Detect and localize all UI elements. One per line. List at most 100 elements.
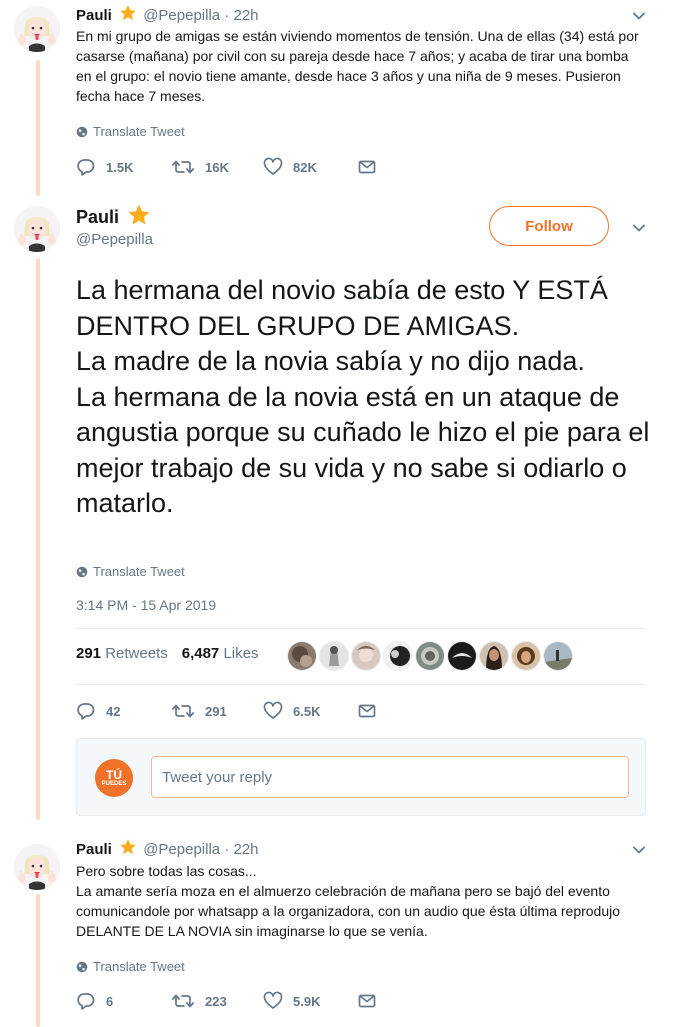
- envelope-icon: [357, 157, 377, 177]
- avatar[interactable]: [14, 6, 60, 52]
- liker-avatar[interactable]: [447, 641, 477, 671]
- display-name[interactable]: Pauli: [76, 841, 112, 858]
- heart-icon: [263, 701, 283, 721]
- reply-icon: [76, 701, 96, 721]
- retweet-icon: [171, 701, 195, 721]
- like-count: 82K: [293, 159, 317, 175]
- handle-time[interactable]: @Pepepilla · 22h: [143, 841, 258, 858]
- dm-button[interactable]: [357, 701, 377, 721]
- star-icon: [119, 838, 137, 856]
- reply-button[interactable]: 6: [76, 991, 171, 1011]
- tweet-actions: 42 291 6.5K: [76, 701, 377, 721]
- tweet-header: Pauli @Pepepilla · 22h: [76, 838, 259, 858]
- translate-tweet-link[interactable]: Translate Tweet: [76, 124, 185, 139]
- retweet-button[interactable]: 16K: [171, 157, 263, 177]
- avatar-image: [14, 206, 60, 252]
- likes-stat[interactable]: 6,487 Likes: [182, 645, 259, 662]
- like-button[interactable]: 5.9K: [263, 991, 357, 1011]
- like-count: 6.5K: [293, 703, 321, 719]
- tweet-text: En mi grupo de amigas se están viviendo …: [76, 28, 639, 104]
- follow-button[interactable]: Follow: [489, 206, 609, 246]
- avatar[interactable]: [14, 844, 60, 890]
- chevron-down-icon[interactable]: [632, 9, 646, 23]
- divider: [76, 684, 646, 685]
- likes-stat-label: Likes: [223, 645, 259, 662]
- retweet-count: 16K: [205, 159, 229, 175]
- tweet-stats: 291 Retweets 6,487 Likes: [76, 645, 258, 662]
- reply-count: 6: [106, 993, 114, 1009]
- reply-icon: [76, 157, 96, 177]
- reply-box: TÚ PUEDES Tweet your reply: [76, 738, 646, 816]
- retweets-stat-count: 291: [76, 645, 102, 662]
- translate-label: Translate Tweet: [93, 564, 185, 579]
- dm-button[interactable]: [357, 157, 377, 177]
- likes-stat-count: 6,487: [181, 645, 220, 662]
- tweet-timestamp[interactable]: 3:14 PM - 15 Apr 2019: [76, 597, 216, 613]
- avatar-image: [14, 6, 60, 52]
- tweet-actions: 1.5K 16K 82K: [76, 157, 377, 177]
- envelope-icon: [357, 701, 377, 721]
- divider: [76, 628, 646, 629]
- heart-icon: [263, 991, 283, 1011]
- globe-icon: [76, 126, 88, 138]
- thread-line: [36, 60, 40, 196]
- like-button[interactable]: 6.5K: [263, 701, 357, 721]
- reply-icon: [76, 991, 96, 1011]
- retweet-button[interactable]: 223: [171, 991, 263, 1011]
- star-icon: [119, 4, 137, 22]
- handle-time[interactable]: @Pepepilla · 22h: [143, 7, 258, 24]
- avatar-text: TÚ: [106, 767, 122, 782]
- retweets-stat[interactable]: 291 Retweets: [76, 645, 168, 662]
- avatar-subtext: PUEDES: [101, 780, 127, 787]
- reply-input[interactable]: Tweet your reply: [151, 756, 629, 798]
- tweet-actions: 6 223 5.9K: [76, 991, 377, 1011]
- liker-avatars: [287, 641, 573, 671]
- chevron-down-icon[interactable]: [632, 843, 646, 857]
- tweet-header: Pauli @Pepepilla · 22h: [76, 4, 259, 24]
- thread-line: [36, 258, 40, 820]
- dm-button[interactable]: [357, 991, 377, 1011]
- translate-label: Translate Tweet: [93, 959, 185, 974]
- display-name: Pauli: [76, 207, 120, 227]
- like-count: 5.9K: [293, 993, 321, 1009]
- liker-avatar[interactable]: [511, 641, 541, 671]
- retweet-icon: [171, 991, 195, 1011]
- liker-avatar[interactable]: [287, 641, 317, 671]
- liker-avatar[interactable]: [479, 641, 509, 671]
- like-button[interactable]: 82K: [263, 157, 357, 177]
- translate-tweet-link[interactable]: Translate Tweet: [76, 959, 185, 974]
- liker-avatar[interactable]: [415, 641, 445, 671]
- retweets-stat-label: Retweets: [105, 645, 168, 662]
- thread-line: [36, 894, 40, 1027]
- liker-avatar[interactable]: [543, 641, 573, 671]
- main-tweet-text: La hermana del novio sabía de esto Y EST…: [76, 273, 656, 522]
- retweet-button[interactable]: 291: [171, 701, 263, 721]
- translate-label: Translate Tweet: [93, 124, 185, 139]
- star-icon: [127, 203, 151, 227]
- reply-count: 1.5K: [106, 159, 134, 175]
- reply-button[interactable]: 42: [76, 701, 171, 721]
- handle[interactable]: @Pepepilla: [76, 231, 153, 248]
- main-tweet-name[interactable]: Pauli: [76, 203, 153, 228]
- display-name[interactable]: Pauli: [76, 7, 112, 24]
- reply-button[interactable]: 1.5K: [76, 157, 171, 177]
- current-user-avatar[interactable]: TÚ PUEDES: [95, 759, 133, 797]
- envelope-icon: [357, 991, 377, 1011]
- globe-icon: [76, 961, 88, 973]
- reply-placeholder: Tweet your reply: [162, 768, 273, 786]
- retweet-icon: [171, 157, 195, 177]
- avatar-image: [14, 844, 60, 890]
- chevron-down-icon[interactable]: [632, 221, 646, 235]
- retweet-count: 291: [205, 703, 227, 719]
- reply-count: 42: [106, 703, 121, 719]
- avatar[interactable]: [14, 206, 60, 252]
- retweet-count: 223: [205, 993, 227, 1009]
- tweet-text: Pero sobre todas las cosas... La amante …: [76, 863, 621, 939]
- liker-avatar[interactable]: [351, 641, 381, 671]
- globe-icon: [76, 566, 88, 578]
- heart-icon: [263, 157, 283, 177]
- liker-avatar[interactable]: [383, 641, 413, 671]
- liker-avatar[interactable]: [319, 641, 349, 671]
- translate-tweet-link[interactable]: Translate Tweet: [76, 564, 185, 579]
- main-tweet-text-content: La hermana del novio sabía de esto Y EST…: [76, 275, 650, 518]
